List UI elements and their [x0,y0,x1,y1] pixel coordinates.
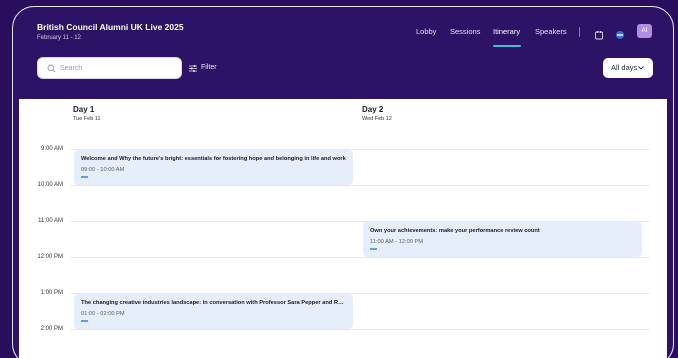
nav-speakers[interactable]: Speakers [535,27,567,36]
time-slot: 9:00 AM [40,146,63,152]
days-select[interactable]: All days [603,58,653,78]
chevron-down-icon [638,66,644,70]
filter-button[interactable]: Filter [189,64,217,72]
day-1-label: Day 1 [73,105,95,114]
days-select-value: All days [611,63,638,72]
session-indicator [81,320,88,322]
session-time: 09:00 - 10:00 AM [81,167,125,173]
event-dates: February 11 - 12 [37,35,81,41]
session-card[interactable]: The changing creative industries landsca… [74,294,353,329]
session-indicator [370,248,377,250]
day-2-label: Day 2 [362,105,384,114]
header: British Council Alumni UK Live 2025 Febr… [19,7,669,99]
time-slot: 11:00 AM [38,218,63,224]
app-window: British Council Alumni UK Live 2025 Febr… [12,6,674,358]
search-input[interactable]: Search [37,57,182,79]
session-title: The changing creative industries landsca… [81,300,346,306]
time-slot: 10:00 AM [37,182,63,188]
session-indicator [81,176,88,178]
avatar[interactable]: AI [637,24,652,38]
session-time: 11:00 AM - 12:00 PM [370,239,424,245]
session-title: Welcome and Why the future's bright: ess… [81,156,346,162]
time-gridline [71,257,649,258]
nav-sessions[interactable]: Sessions [450,27,480,36]
day-1-date: Tue Feb 11 [73,116,101,122]
nav-divider [579,27,580,37]
day-2-date: Wed Feb 12 [362,116,392,122]
language-icon[interactable] [615,27,625,39]
nav-lobby[interactable]: Lobby [416,27,436,36]
session-time: 01:00 - 02:00 PM [81,311,125,317]
session-card[interactable]: Welcome and Why the future's bright: ess… [74,150,353,185]
filter-icon [189,65,197,72]
calendar-icon[interactable] [594,27,604,40]
time-gridline [71,185,649,186]
filter-label: Filter [201,64,217,71]
time-slot: 1:00 PM [40,290,63,296]
time-gridline [71,329,649,330]
time-slot: 12:00 PM [37,254,63,260]
search-placeholder: Search [60,65,83,72]
event-title: British Council Alumni UK Live 2025 [37,22,184,32]
time-slot: 2:00 PM [40,326,63,332]
nav-itinerary[interactable]: Itinerary [493,27,520,36]
active-nav-indicator [493,45,521,47]
search-icon [47,64,56,73]
session-card[interactable]: Own your achievements: make your perform… [363,222,642,257]
session-title: Own your achievements: make your perform… [370,228,540,234]
